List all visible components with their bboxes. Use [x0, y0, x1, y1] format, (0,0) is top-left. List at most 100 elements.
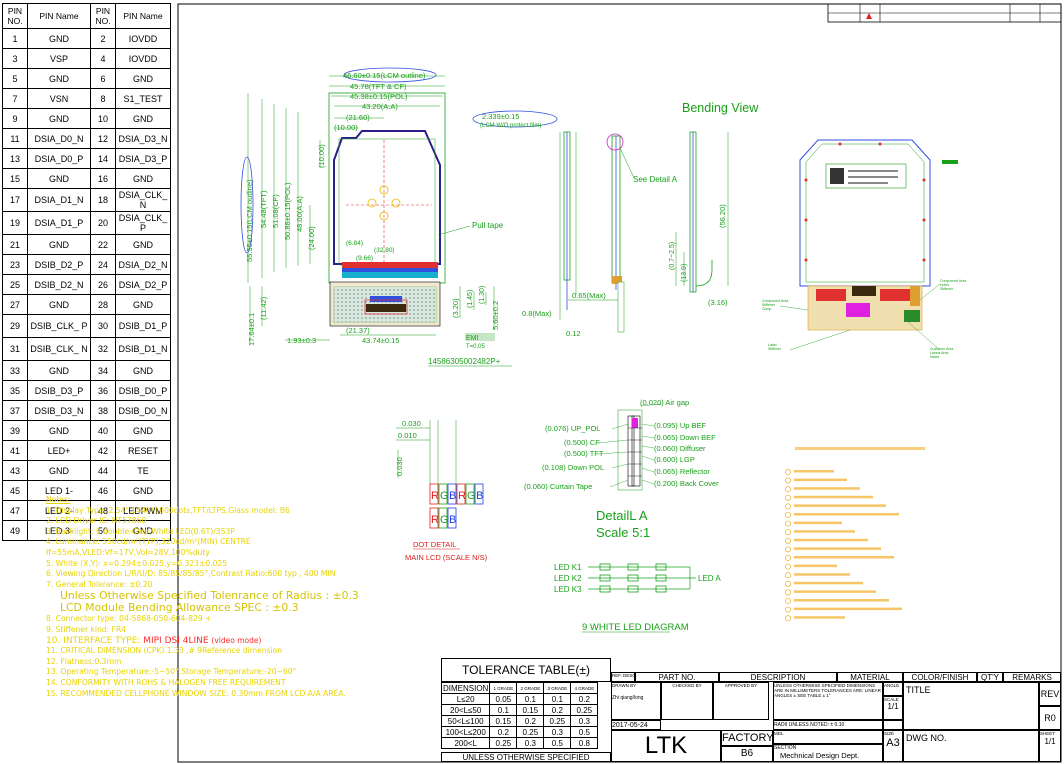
company-logo: LTK [611, 730, 721, 762]
rgb-subpixels: R G B R G BR G B [429, 483, 484, 529]
rev-label: REV [1039, 682, 1061, 706]
remarks-header: REMARKS [1003, 672, 1061, 682]
dim-3-16: (3.16) [708, 298, 728, 307]
dot-height-dim: 0.030 [395, 457, 404, 476]
note-item: 5. White (X,Y): x=0.294±0.025,y=0.323±0.… [46, 558, 228, 568]
tolerance-row: 100<L≤200 0.2 0.25 0.3 0.5 [440, 726, 599, 738]
dim-0-65: 0.65(Max) [572, 291, 606, 300]
factory-value: B6 [721, 746, 773, 762]
dim-17-64: 17.64±0.1 [247, 313, 256, 346]
dim-half-width: (21.60) [346, 113, 370, 122]
dim-0-8: 0.8(Max) [522, 309, 552, 318]
led-diagram-title: 9 WHITE LED DIAGRAM [582, 622, 689, 633]
layer-air-gap: (0.020) Air gap [640, 398, 689, 407]
note-item: 4. Luminance: 350cd/m²(TYP),320cd/m²(MIN… [46, 537, 251, 547]
tolerance-value: 0.15 [516, 704, 545, 716]
subpixel-letter: R [431, 514, 439, 526]
dim-11-42: (11.42) [259, 296, 268, 320]
note-line [794, 521, 842, 525]
dim-56-20: (56.20) [718, 204, 727, 228]
tolerance-value: 0.2 [516, 715, 545, 727]
pull-tape-label: Pull tape [472, 221, 504, 230]
dim-tft-cf: 45.78(TFT & CF) [350, 82, 407, 91]
tolerance-value: 0.1 [489, 704, 518, 716]
dot-gap-dim: 0.010 [398, 431, 417, 440]
tolerance-value: 0.5 [570, 726, 599, 738]
note-bullet [785, 615, 791, 622]
front-view: 46.60±0.15(LCM outline) 45.78(TFT & CF) … [240, 67, 512, 367]
subpixel-letter: G [467, 490, 476, 502]
tolerance-value: 0.2 [570, 693, 599, 705]
dim-43-74: 43.74±0.15 [362, 336, 399, 345]
subpixel-letter: B [449, 490, 456, 502]
svg-text:Stiffener: Stiffener [768, 347, 782, 351]
led-a-label: LED A [698, 574, 721, 583]
layer-diffuser: (0.060) Diffuser [654, 444, 706, 453]
notes: Notes: 1. Display Type: 2.54",1440*1600d… [46, 495, 426, 699]
size-value: A3 [886, 737, 900, 749]
svg-text:Comp.: Comp. [762, 307, 772, 311]
tolerance-value: 0.05 [489, 693, 518, 705]
layer-curtain-tape: (0.060) Curtain Tape [524, 482, 592, 491]
notes-list: 1. Display Type: 2.54",1440*1600dots,TFT… [46, 506, 426, 591]
radius-tolerance-note: Unless Otherwise Specified Tolenrance of… [60, 590, 359, 603]
tolerance-value: 0.25 [543, 715, 572, 727]
scale-value: 1/1 [887, 702, 899, 711]
note-bullet [785, 477, 791, 484]
dim-32-80: (32.80) [374, 247, 395, 254]
dim-6-84: (6.84) [346, 240, 363, 247]
spec-note: UNLESS OTHERWISE SPECIFIED DIMENSIONS AR… [773, 682, 883, 720]
note-line [794, 599, 889, 602]
note-item: 7. General Tolerance: ±0.20 [46, 579, 153, 589]
note-line [794, 616, 845, 619]
note-item: 8. Connector type: 04-5868-050-604-829 + [46, 614, 212, 624]
note-line [794, 573, 850, 576]
dim-1-93: 1.93±0.3 [287, 336, 316, 345]
protect-film-dim: 2.339±0.15 [482, 112, 519, 121]
note-bullet [785, 606, 791, 613]
drawer-name: Zhi qiang/long [612, 695, 644, 701]
size-cell: SIZE A3 [883, 730, 903, 762]
part-no-header: PART NO. [635, 672, 719, 682]
dim-pol-height: 50.88±0.15(POL) [283, 182, 292, 240]
rev-value: R0 [1039, 706, 1061, 730]
note-line [794, 607, 902, 611]
note-line [794, 581, 863, 585]
note-bullet [785, 563, 791, 570]
tolerance-value: 0.25 [489, 737, 518, 749]
bending-view: Bending View Component AreaHolesStiffene… [682, 101, 966, 359]
layer-down-bef: (0.065) Down BEF [654, 433, 716, 442]
side-view: 2.339±0.15 (LCM W/O protect film) See De… [472, 110, 729, 338]
tolerance-value: 0.15 [489, 715, 518, 727]
dim-0-12: 0.12 [566, 329, 581, 338]
tolerance-range: L≤20 [440, 693, 491, 705]
note-line [794, 487, 860, 490]
angle-label: ANGLE [883, 682, 903, 696]
title-block: TOLERANCE TABLE(±) DIMENSION 1 GRADE 2 GRA… [440, 658, 1061, 762]
led-k2-label: LED K2 [554, 574, 582, 583]
bending-view-title: Bending View [682, 101, 759, 115]
note-line [794, 556, 894, 559]
svg-text:Notes: Notes [930, 355, 939, 359]
interface-value: MIPI DSI 4LINE [143, 635, 209, 646]
notes-list-3: 11. CRITICAL DIMENSION (CPK) 1.33 ,# 9Re… [46, 646, 426, 699]
fpc-bond-strip [342, 262, 438, 268]
section-cell: SECTION Mechnical Design Dept. [773, 744, 883, 762]
dim-9-66: (9.66) [356, 255, 373, 262]
note-bullet [785, 580, 791, 587]
dim-5-60: 5.60±0.2 [491, 301, 500, 330]
ref-desc-header: REF. DESC. [611, 672, 635, 682]
see-detail-a: See Detail A [633, 175, 678, 184]
drawn-by-label: DRAWN BY [612, 683, 637, 688]
layer-cf: (0.500) CF [564, 438, 600, 447]
tolerance-header-row: DIMENSION 1 GRADE 2 GRADE 3 GRADE 4 GRADE [440, 682, 599, 694]
description-header: DESCRIPTION [719, 672, 837, 682]
subpixel-letter: B [476, 490, 483, 502]
radii-note: RADII UNLESS NOTED: ± 0.10 [773, 720, 883, 730]
dim-tft-height: 54.48(TFT) [259, 190, 268, 228]
detail-a-title: DetailL A [596, 508, 648, 523]
dim-0-7-2-5: (0.7~2.5) [669, 242, 676, 270]
note-bullet [785, 589, 791, 596]
material-header: MATERIAL [837, 672, 903, 682]
tolerance-row: 200<L 0.25 0.3 0.5 0.8 [440, 737, 599, 749]
